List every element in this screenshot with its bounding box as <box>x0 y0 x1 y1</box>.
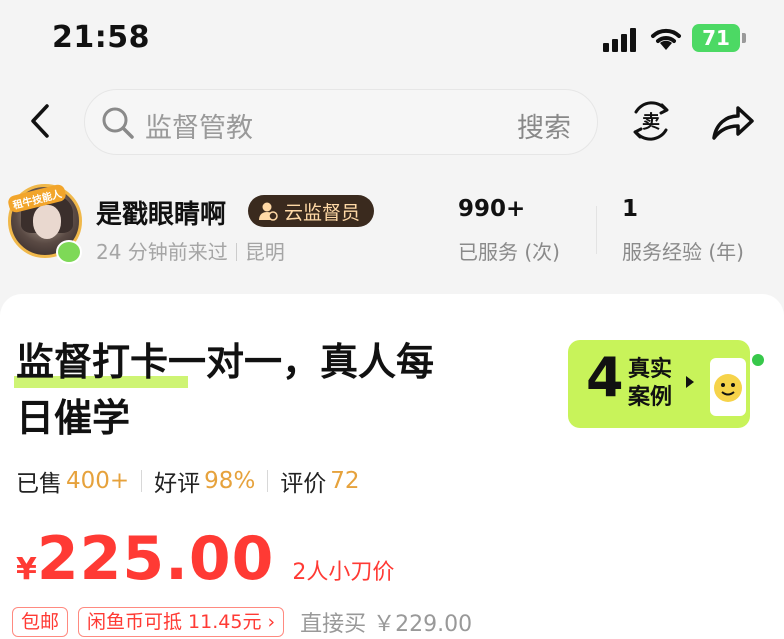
real-cases-button[interactable]: 4 真实案例 <box>568 340 750 428</box>
price-symbol: ¥ <box>16 552 37 587</box>
stat-experience: 1 服务经验 (年) <box>622 196 744 265</box>
person-icon <box>259 202 278 221</box>
svg-text:卖: 卖 <box>642 111 660 133</box>
rating-label: 好评 <box>154 471 201 497</box>
rating-value: 98% <box>204 468 256 494</box>
chevron-left-icon <box>31 104 49 138</box>
cases-count: 4 <box>586 346 624 409</box>
search-bar[interactable]: 监督管教 搜索 <box>84 89 598 155</box>
online-dot <box>752 354 764 366</box>
seller-info[interactable]: 租牛技能人 是戳眼睛啊 云监督员 24 分钟前来过 昆明 990+ 已服务 (次)… <box>0 178 784 278</box>
arrow-right-icon <box>686 376 694 388</box>
reviews-label[interactable]: 评价 <box>280 464 326 498</box>
price-value: 225.00 <box>36 524 275 594</box>
share-icon[interactable] <box>708 100 756 144</box>
sold-label: 已售 <box>16 471 62 497</box>
status-time: 21:58 <box>52 20 150 55</box>
sales-stats: 已售 400+ 好评 98% 评价 72 <box>16 464 360 498</box>
status-bar: 21:58 71 <box>0 0 784 78</box>
stat-served: 990+ 已服务 (次) <box>458 196 560 265</box>
mascot-icon <box>710 358 746 416</box>
stat-value: 1 <box>622 196 639 222</box>
sell-icon[interactable]: 卖 <box>628 98 674 144</box>
seller-meta: 24 分钟前来过 昆明 <box>96 236 285 265</box>
stat-label: 服务经验 (年) <box>622 240 744 264</box>
cases-label: 真实案例 <box>628 357 673 410</box>
sold-value: 400+ <box>66 468 130 494</box>
stat-divider <box>596 206 597 254</box>
battery-tip <box>742 33 746 43</box>
search-input[interactable]: 监督管教 <box>145 106 253 145</box>
stat-label: 已服务 (次) <box>458 240 560 264</box>
price-row: ¥ 225.00 2人小刀价 <box>16 524 394 594</box>
supervisor-badge-label: 云监督员 <box>284 201 361 224</box>
wifi-icon <box>651 28 681 50</box>
price-note: 2人小刀价 <box>292 560 395 585</box>
coin-deduction-tag[interactable]: 闲鱼币可抵 11.45元 › <box>78 607 285 637</box>
signal-icon <box>603 28 637 52</box>
battery-indicator: 71 <box>692 24 740 52</box>
seller-location: 昆明 <box>244 240 285 264</box>
last-seen: 24 分钟前来过 <box>96 240 228 264</box>
search-button[interactable]: 搜索 <box>517 106 571 145</box>
free-shipping-tag: 包邮 <box>12 607 69 637</box>
product-card: 监督打卡一对一，真人每 日催学 4 真实案例 已售 400+ 好评 98% 评价… <box>0 294 784 639</box>
nav-bar: 监督管教 搜索 卖 <box>0 82 784 162</box>
back-button[interactable] <box>22 98 58 144</box>
reviews-value[interactable]: 72 <box>330 468 359 494</box>
product-title: 监督打卡一对一，真人每 日催学 <box>16 340 435 440</box>
tags-row: 包邮 闲鱼币可抵 11.45元 › 直接买 ￥229.00 <box>12 606 472 638</box>
supervisor-badge: 云监督员 <box>248 195 375 227</box>
stat-value: 990+ <box>458 196 526 222</box>
frog-badge-icon <box>56 240 82 264</box>
search-icon <box>102 107 134 139</box>
seller-name[interactable]: 是戳眼睛啊 <box>96 194 226 231</box>
direct-buy-price: 直接买 ￥229.00 <box>300 612 473 637</box>
